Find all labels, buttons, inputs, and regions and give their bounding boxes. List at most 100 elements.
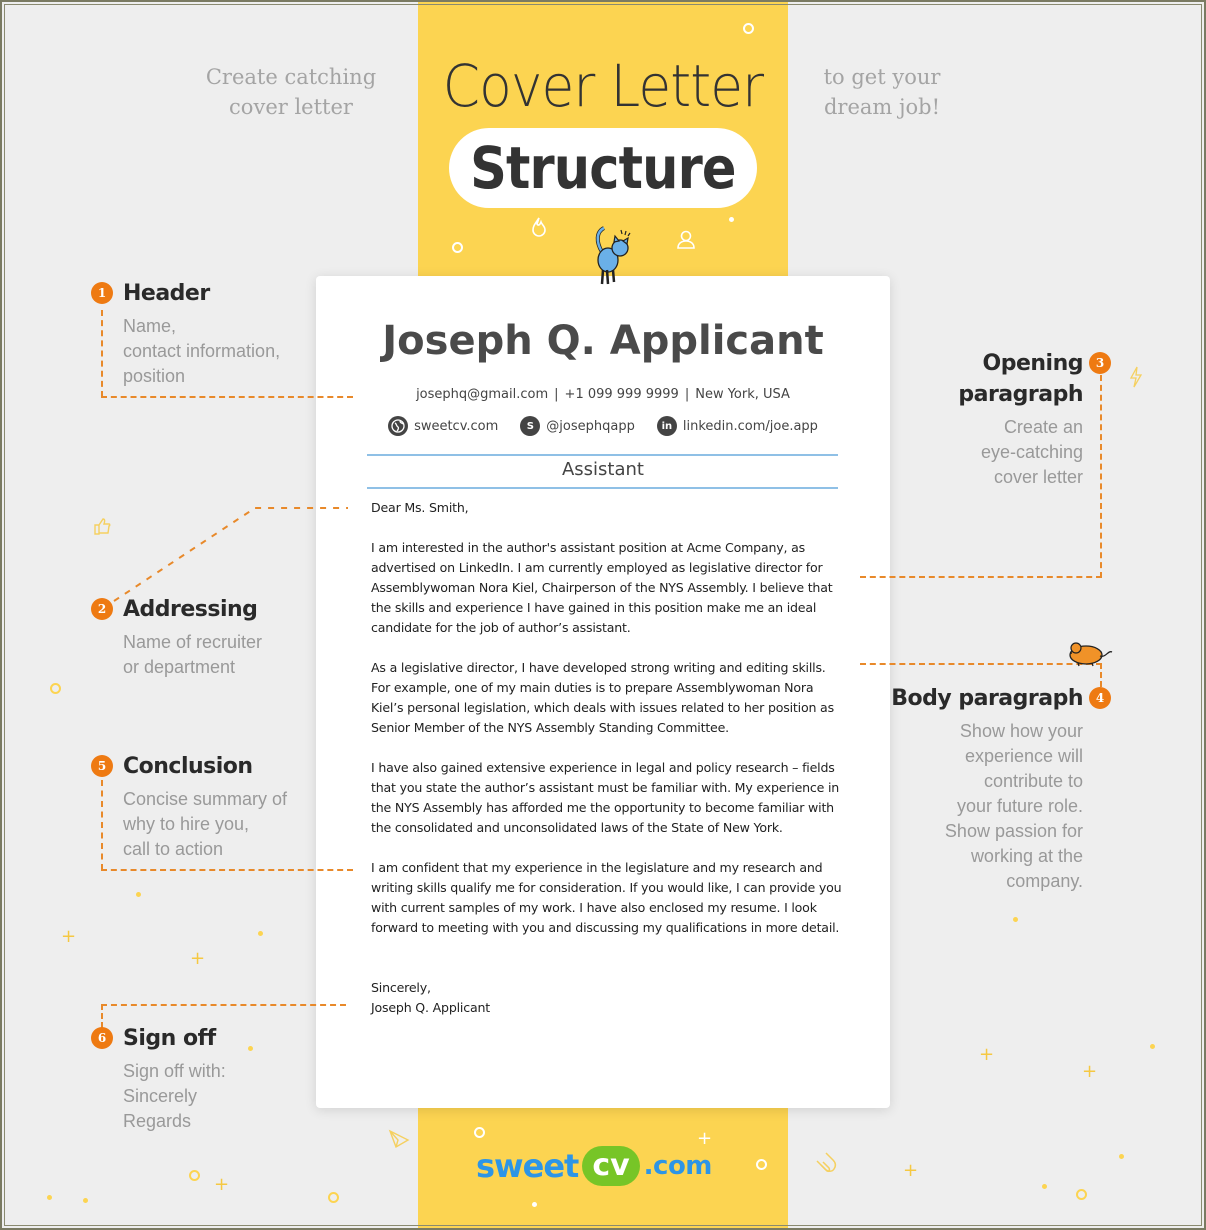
opening-paragraph: I am interested in the author's assistan…	[371, 540, 833, 635]
dot-decoration	[83, 1198, 88, 1203]
callout-desc-opening: Create an eye-catching cover letter	[980, 417, 1083, 487]
step-badge-3: 3	[1089, 352, 1111, 374]
callout-desc-body: Show how your experience will contribute…	[944, 721, 1083, 891]
callout-title-opening: Opening paragraph	[958, 351, 1083, 407]
plus-decoration: +	[1082, 1061, 1098, 1082]
social-linkedin[interactable]: in linkedin.com/joe.app	[656, 416, 818, 436]
tagline-right-line1: to get your	[823, 65, 941, 89]
dot-decoration	[1013, 917, 1018, 922]
dot-decoration	[532, 1202, 537, 1207]
user-icon	[677, 230, 695, 249]
callout-title-body: Body paragraph	[891, 686, 1083, 711]
logo-com: .com	[643, 1151, 713, 1181]
logo-cv: cv	[582, 1146, 640, 1186]
step-badge-1: 1	[91, 282, 113, 304]
dot-decoration	[136, 892, 141, 897]
tagline-left-line1: Create catching	[205, 65, 377, 89]
connector-addressing	[113, 507, 348, 602]
connector-opening-v	[1100, 375, 1102, 578]
ring-decoration	[452, 242, 463, 253]
plus-decoration: +	[979, 1044, 995, 1065]
signature: Joseph Q. Applicant	[371, 1000, 490, 1015]
tagline-left: Create catching cover letter	[196, 62, 386, 122]
ring-decoration	[474, 1127, 485, 1138]
flame-icon	[532, 217, 546, 237]
step-badge-2: 2	[91, 598, 113, 620]
divider-bottom	[367, 487, 838, 489]
lightning-icon	[1129, 366, 1143, 388]
dot-decoration	[258, 931, 263, 936]
ring-decoration	[1076, 1189, 1087, 1200]
closing-word: Sincerely,	[371, 980, 431, 995]
cat-illustration	[595, 226, 631, 285]
connector-conclusion-h	[101, 869, 353, 871]
ring-decoration	[743, 23, 754, 34]
plus-decoration: +	[190, 948, 206, 969]
thumbs-up-icon	[94, 518, 111, 535]
ring-decoration	[756, 1159, 767, 1170]
callout-title-signoff: Sign off	[123, 1026, 216, 1051]
tagline-right: to get your dream job!	[802, 62, 962, 122]
title-pill: Structure	[449, 128, 757, 208]
letter-body: Dear Ms. Smith, I am interested in the a…	[371, 498, 846, 1018]
linkedin-icon: in	[656, 416, 677, 436]
contact-location: New York, USA	[695, 387, 790, 402]
connector-conclusion-v	[101, 780, 103, 870]
applicant-name: Joseph Q. Applicant	[382, 318, 824, 364]
plus-decoration: +	[214, 1174, 230, 1195]
social-linkedin-label: linkedin.com/joe.app	[682, 418, 818, 434]
ring-decoration	[328, 1192, 339, 1203]
connector-opening-h	[860, 576, 1102, 578]
connector-signoff-v	[101, 1004, 103, 1028]
separator: |	[684, 387, 690, 402]
ring-decoration	[189, 1170, 200, 1181]
plus-decoration: +	[903, 1160, 919, 1181]
connector-header-h	[101, 396, 353, 398]
callout-desc-header: Name, contact information, position	[123, 316, 281, 386]
contact-email[interactable]: josephq@gmail.com	[416, 387, 548, 402]
social-skype[interactable]: S @josephqapp	[520, 416, 635, 436]
step-badge-4: 4	[1089, 687, 1111, 709]
dot-decoration	[248, 1046, 253, 1051]
callout-title-conclusion: Conclusion	[123, 754, 253, 779]
social-links: sweetcv.com S @josephqapp in linkedin.co…	[316, 416, 890, 436]
tagline-left-line2: cover letter	[229, 95, 353, 119]
skype-icon: S	[520, 416, 541, 436]
salutation: Dear Ms. Smith,	[371, 500, 469, 515]
social-skype-label: @josephqapp	[546, 418, 635, 434]
logo-sweet: sweet	[476, 1147, 579, 1185]
divider-top	[367, 454, 838, 456]
title-structure: Structure	[470, 134, 736, 202]
plus-decoration: +	[61, 926, 77, 947]
callout-desc-addressing: Name of recruiter or department	[123, 632, 263, 677]
conclusion-paragraph: I am confident that my experience in the…	[371, 860, 842, 935]
position-title: Assistant	[561, 459, 644, 480]
contact-line: josephq@gmail.com | +1 099 999 9999 | New Yo…	[316, 387, 890, 402]
social-website[interactable]: sweetcv.com	[388, 416, 498, 436]
dot-decoration	[47, 1195, 52, 1200]
dot-decoration	[1119, 1154, 1124, 1159]
mouse-illustration	[1069, 642, 1113, 667]
sweetcv-logo[interactable]: sweet cv .com	[476, 1146, 712, 1186]
dot-decoration	[1150, 1044, 1155, 1049]
title-cover-letter: Cover Letter	[442, 52, 764, 120]
dot-decoration	[729, 217, 734, 222]
callout-title-addressing: Addressing	[123, 597, 258, 622]
body-paragraph-1: As a legislative director, I have develo…	[371, 660, 834, 735]
step-badge-6: 6	[91, 1027, 113, 1049]
callout-title-header: Header	[123, 281, 210, 306]
step-badge-5: 5	[91, 755, 113, 777]
connector-header-v	[101, 310, 103, 397]
magnet-icon	[816, 1152, 837, 1172]
ring-decoration	[50, 683, 61, 694]
callout-desc-conclusion: Concise summary of why to hire you, call…	[123, 789, 288, 859]
connector-signoff-h	[101, 1004, 346, 1006]
social-website-label: sweetcv.com	[414, 418, 499, 434]
globe-icon	[388, 416, 409, 436]
callout-desc-signoff: Sign off with: Sincerely Regards	[123, 1061, 226, 1131]
sign-off: Sincerely, Joseph Q. Applicant	[371, 978, 846, 1018]
separator: |	[554, 387, 559, 402]
contact-phone: +1 099 999 9999	[564, 387, 679, 402]
dot-decoration	[1042, 1184, 1047, 1189]
tagline-right-line2: dream job!	[823, 95, 941, 119]
